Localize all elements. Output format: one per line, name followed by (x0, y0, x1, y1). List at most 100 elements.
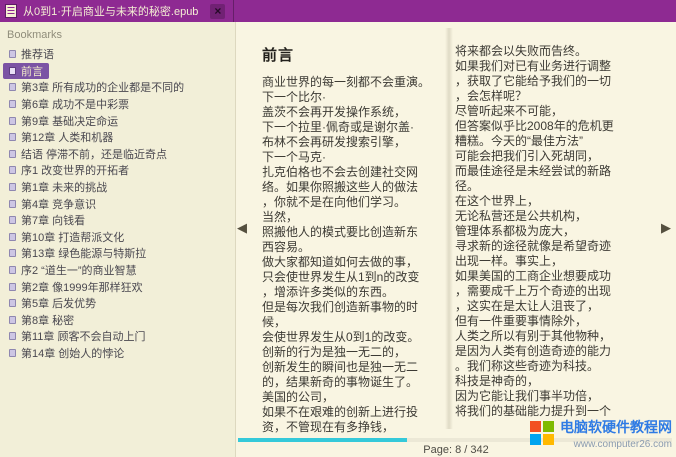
bookmark-item-label: 第5章 后发优势 (21, 295, 96, 311)
book-tab-title: 从0到1·开启商业与未来的秘密.epub (23, 3, 198, 19)
chapter-title: 前言 (262, 44, 452, 65)
bookmark-item[interactable]: 结语 停滞不前，还是临近奇点 (3, 146, 173, 163)
text-line: 可能会把我们引入死胡同， (455, 149, 655, 164)
text-line: ，会怎样呢？ (455, 89, 655, 104)
bookmark-icon (9, 316, 16, 324)
bookmark-icon (9, 249, 16, 257)
bookmark-icon (9, 216, 16, 224)
bookmark-item[interactable]: 第12章 人类和机器 (3, 129, 119, 146)
bookmark-icon (9, 83, 16, 91)
text-line: 。我们称这些奇迹为科技。 (455, 359, 655, 374)
text-line: 但是每次我们创造新事物的时 (262, 300, 452, 315)
text-line: ，增添许多类似的东西。 (262, 285, 452, 300)
bookmark-item-label: 第12章 人类和机器 (21, 129, 113, 145)
bookmark-item-label: 第10章 打造帮派文化 (21, 229, 124, 245)
text-line: 无论私营还是公共机构， (455, 209, 655, 224)
book-tab[interactable]: 从0到1·开启商业与未来的秘密.epub × (0, 0, 234, 22)
text-line: 如果美国的工商企业想要成功 (455, 269, 655, 284)
bookmark-item-label: 前言 (21, 63, 43, 79)
bookmark-item-label: 第9章 基础决定命运 (21, 113, 118, 129)
bookmark-item[interactable]: 第13章 绿色能源与特斯拉 (3, 245, 152, 262)
text-line: 糟糕。今天的“最佳方法” (455, 134, 655, 149)
text-line: ，获取了它能给予我们的一切 (455, 74, 655, 89)
text-line: 美国的公司， (262, 390, 452, 405)
bookmark-item[interactable]: 前言 (3, 63, 49, 80)
bookmark-item[interactable]: 第4章 竞争意识 (3, 195, 102, 212)
bookmark-icon (9, 266, 16, 274)
logo-square-red (530, 421, 541, 432)
right-page-text: 将来都会以失败而告终。如果我们对已有业务进行调整，获取了它能给予我们的一切，会怎… (455, 44, 655, 419)
text-line: 管理体系都极为庞大， (455, 224, 655, 239)
text-line: 只会使世界发生从1到n的改变 (262, 270, 452, 285)
bookmarks-sidebar: Bookmarks 推荐语前言第3章 所有成功的企业都是不同的第6章 成功不是中… (0, 22, 236, 457)
bookmark-item-label: 第4章 竞争意识 (21, 196, 96, 212)
text-line: 络。如果你照搬这些人的做法 (262, 180, 452, 195)
text-line: 在这个世界上， (455, 194, 655, 209)
bookmark-item[interactable]: 序2 “道生一”的商业智慧 (3, 262, 143, 279)
right-page: 将来都会以失败而告终。如果我们对已有业务进行调整，获取了它能给予我们的一切，会怎… (455, 44, 655, 419)
bookmark-item[interactable]: 第8章 秘密 (3, 312, 80, 329)
bookmark-item-label: 第2章 像1999年那样狂欢 (21, 279, 143, 295)
bookmarks-list: 推荐语前言第3章 所有成功的企业都是不同的第6章 成功不是中彩票第9章 基础决定… (0, 46, 235, 361)
bookmark-icon (9, 117, 16, 125)
next-page-icon[interactable]: ▶ (661, 220, 671, 236)
bookmark-item[interactable]: 第7章 向钱看 (3, 212, 91, 229)
bookmark-item[interactable]: 推荐语 (3, 46, 60, 63)
prev-page-icon[interactable]: ◀ (237, 220, 247, 236)
bookmark-icon (9, 183, 16, 191)
bookmark-item[interactable]: 第5章 后发优势 (3, 295, 102, 312)
text-line: 照搬他人的模式要比创造新东 (262, 225, 452, 240)
bookmark-item[interactable]: 序1 改变世界的开拓者 (3, 162, 135, 179)
bookmark-item[interactable]: 第3章 所有成功的企业都是不同的 (3, 79, 190, 96)
text-line: 资，不管现在有多挣钱， (262, 420, 452, 435)
logo-square-yellow (543, 434, 554, 445)
bookmarks-header: Bookmarks (0, 22, 235, 46)
text-line: 是因为人类有创造奇迹的能力 (455, 344, 655, 359)
logo-square-green (543, 421, 554, 432)
bookmark-item[interactable]: 第9章 基础决定命运 (3, 112, 124, 129)
bookmark-item[interactable]: 第11章 顾客不会自动上门 (3, 328, 151, 345)
text-line: ，需要成千上万个奇迹的出现 (455, 284, 655, 299)
text-line: 盖茨不会再开发操作系统， (262, 105, 452, 120)
bookmark-item[interactable]: 第2章 像1999年那样狂欢 (3, 278, 149, 295)
text-line: 会使世界发生从0到1的改变。 (262, 330, 452, 345)
text-line: 出现一样。事实上， (455, 254, 655, 269)
text-line: 扎克伯格也不会去创建社交网 (262, 165, 452, 180)
text-line: 西容易。 (262, 240, 452, 255)
bookmark-item-label: 第6章 成功不是中彩票 (21, 96, 129, 112)
bookmark-item[interactable]: 第14章 创始人的悖论 (3, 345, 130, 362)
text-line: 下一个比尔· (262, 90, 452, 105)
text-line: 创新发生的瞬间也是独一无二 (262, 360, 452, 375)
bookmark-item-label: 第7章 向钱看 (21, 212, 85, 228)
text-line: 创新的行为是独一无二的， (262, 345, 452, 360)
watermark-text: 电脑软硬件教程网 www.computer26.com (560, 417, 672, 450)
text-line: 将来都会以失败而告终。 (455, 44, 655, 59)
bookmark-item-label: 结语 停滞不前，还是临近奇点 (21, 146, 167, 162)
bookmark-item[interactable]: 第6章 成功不是中彩票 (3, 96, 135, 113)
bookmark-icon (9, 283, 16, 291)
left-page-text: 商业世界的每一刻都不会重演。下一个比尔·盖茨不会再开发操作系统，下一个拉里·佩奇… (262, 75, 452, 435)
bookmark-icon (9, 349, 16, 357)
watermark-site-url: www.computer26.com (560, 439, 672, 450)
bookmark-item-label: 第11章 顾客不会自动上门 (21, 328, 145, 344)
close-icon[interactable]: × (210, 4, 225, 19)
text-line: ，这实在是太让人沮丧了， (455, 299, 655, 314)
text-line: 因为它能让我们事半功倍， (455, 389, 655, 404)
bookmark-item-label: 序1 改变世界的开拓者 (21, 162, 129, 178)
bookmark-item-label: 第14章 创始人的悖论 (21, 345, 124, 361)
bookmark-icon (9, 133, 16, 141)
text-line: ，你就不是在向他们学习。 (262, 195, 452, 210)
bookmark-item-label: 第3章 所有成功的企业都是不同的 (21, 79, 184, 95)
bookmark-item[interactable]: 第10章 打造帮派文化 (3, 229, 130, 246)
bookmark-icon (9, 332, 16, 340)
site-watermark: 电脑软硬件教程网 www.computer26.com (530, 417, 672, 450)
text-line: 候， (262, 315, 452, 330)
bookmark-item[interactable]: 第1章 未来的挑战 (3, 179, 113, 196)
text-line: 做大家都知道如何去做的事， (262, 255, 452, 270)
document-icon (5, 4, 17, 18)
bookmark-icon (9, 166, 16, 174)
text-line: 科技是神奇的， (455, 374, 655, 389)
text-line: 径。 (455, 179, 655, 194)
text-line: 布林不会再研发搜索引擎， (262, 135, 452, 150)
text-line: 商业世界的每一刻都不会重演。 (262, 75, 452, 90)
